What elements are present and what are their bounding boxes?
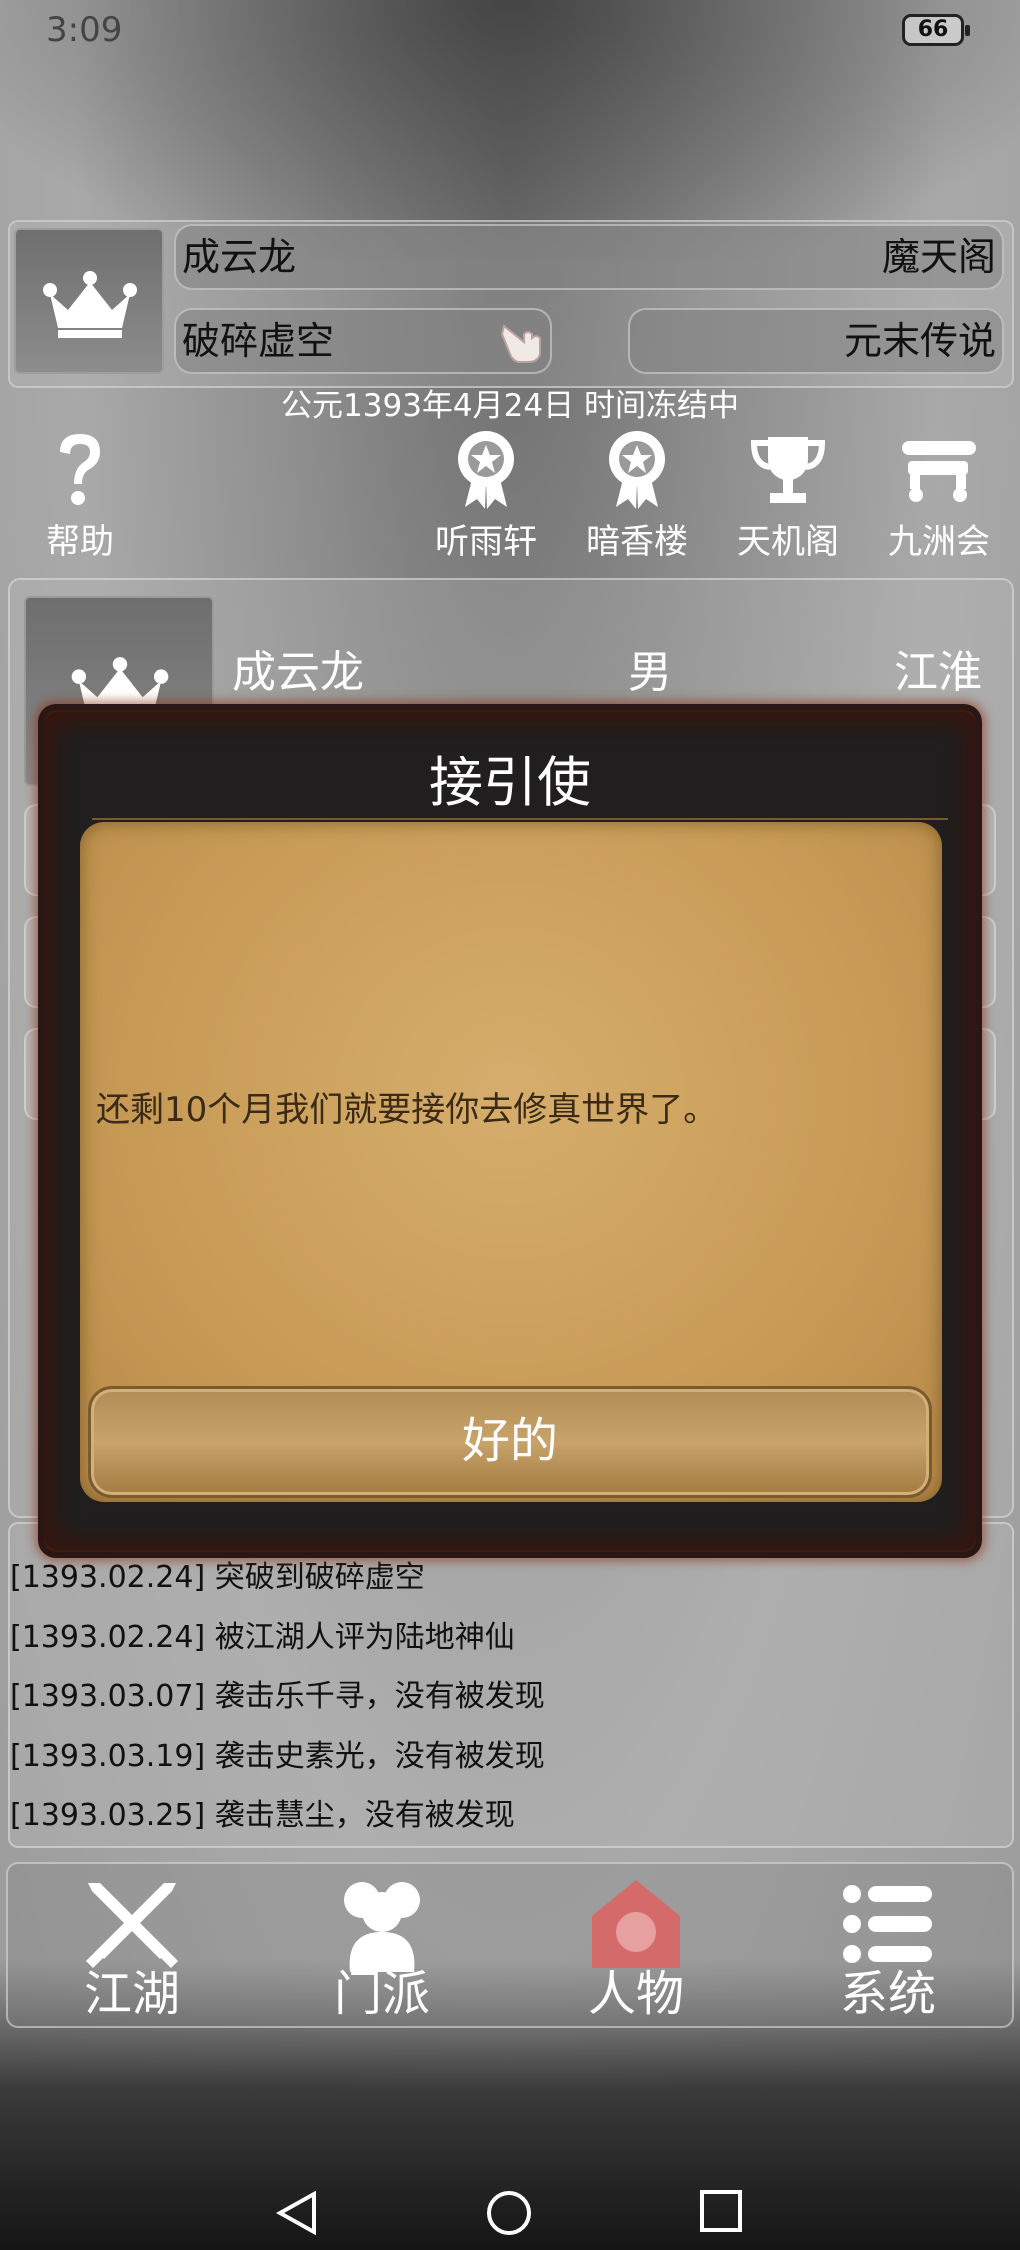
dialog-title: 接引使	[429, 751, 591, 814]
title-button[interactable]: 元末传说	[628, 308, 1004, 374]
log-entry: [1393.02.24] 被江湖人评为陆地神仙	[10, 1620, 515, 1655]
list-menu-icon	[843, 1885, 932, 1963]
dialog-divider	[92, 818, 948, 820]
help-label: 帮助	[46, 522, 114, 562]
home-icon[interactable]	[486, 2190, 532, 2236]
help-button[interactable]: 帮助	[20, 428, 140, 563]
menu-label: 暗香楼	[586, 522, 688, 562]
menu-anxianglou[interactable]: 暗香楼	[577, 428, 697, 563]
nav-menpai[interactable]: 门派	[302, 1874, 462, 2024]
player-faction: 魔天阁	[881, 235, 996, 279]
menu-label: 天机阁	[737, 522, 839, 562]
menu-label: 听雨轩	[435, 522, 537, 562]
menu-jiuzhouhui[interactable]: 九洲会	[879, 428, 999, 563]
player-title: 元末传说	[843, 319, 996, 363]
menu-tianjige[interactable]: 天机阁	[728, 428, 848, 563]
status-time: 3:09	[46, 10, 123, 50]
player-realm: 破碎虚空	[182, 319, 335, 363]
dialog-message: 还剩10个月我们就要接你去修真世界了。	[96, 1090, 718, 1130]
recents-icon[interactable]	[700, 2190, 742, 2232]
player-avatar[interactable]	[14, 228, 164, 374]
date-status: 公元1393年4月24日 时间冻结中	[281, 388, 739, 424]
pointing-hand-icon	[500, 324, 541, 363]
nav-jianghu[interactable]: 江湖	[52, 1874, 212, 2024]
back-icon[interactable]	[276, 2190, 318, 2236]
cart-icon	[902, 441, 976, 502]
log-entry: [1393.02.24] 突破到破碎虚空	[10, 1560, 425, 1595]
crown-icon	[43, 271, 137, 338]
realm-button[interactable]: 破碎虚空	[174, 308, 552, 374]
menu-tingyuxuan[interactable]: 听雨轩	[426, 428, 546, 563]
player-name: 成云龙	[182, 235, 297, 279]
nav-renwu-label: 人物	[587, 1966, 684, 2022]
nav-xitong-label: 系统	[839, 1966, 936, 2022]
nav-renwu[interactable]: 人物	[556, 1874, 716, 2024]
player-name-bar[interactable]: 成云龙 魔天阁	[174, 224, 1004, 290]
nav-menpai-label: 门派	[333, 1966, 430, 2022]
question-icon	[60, 434, 100, 505]
log-entry: [1393.03.19] 袭击史素光，没有被发现	[10, 1739, 545, 1774]
log-entry: [1393.03.07] 袭击乐千寻，没有被发现	[10, 1679, 545, 1714]
battery-indicator: 66	[902, 14, 970, 46]
character-gender: 男	[628, 647, 672, 698]
medal-icon	[609, 431, 665, 509]
character-name: 成云龙	[232, 647, 364, 698]
medal-icon	[458, 431, 514, 509]
character-region: 江淮	[894, 647, 982, 698]
nav-jianghu-label: 江湖	[83, 1966, 180, 2022]
log-entry: [1393.03.25] 袭击慧尘，没有被发现	[10, 1798, 515, 1833]
nav-xitong[interactable]: 系统	[808, 1874, 968, 2024]
trophy-icon	[750, 437, 826, 503]
ok-button[interactable]: 好的	[88, 1386, 932, 1498]
menu-label: 九洲会	[888, 522, 990, 562]
